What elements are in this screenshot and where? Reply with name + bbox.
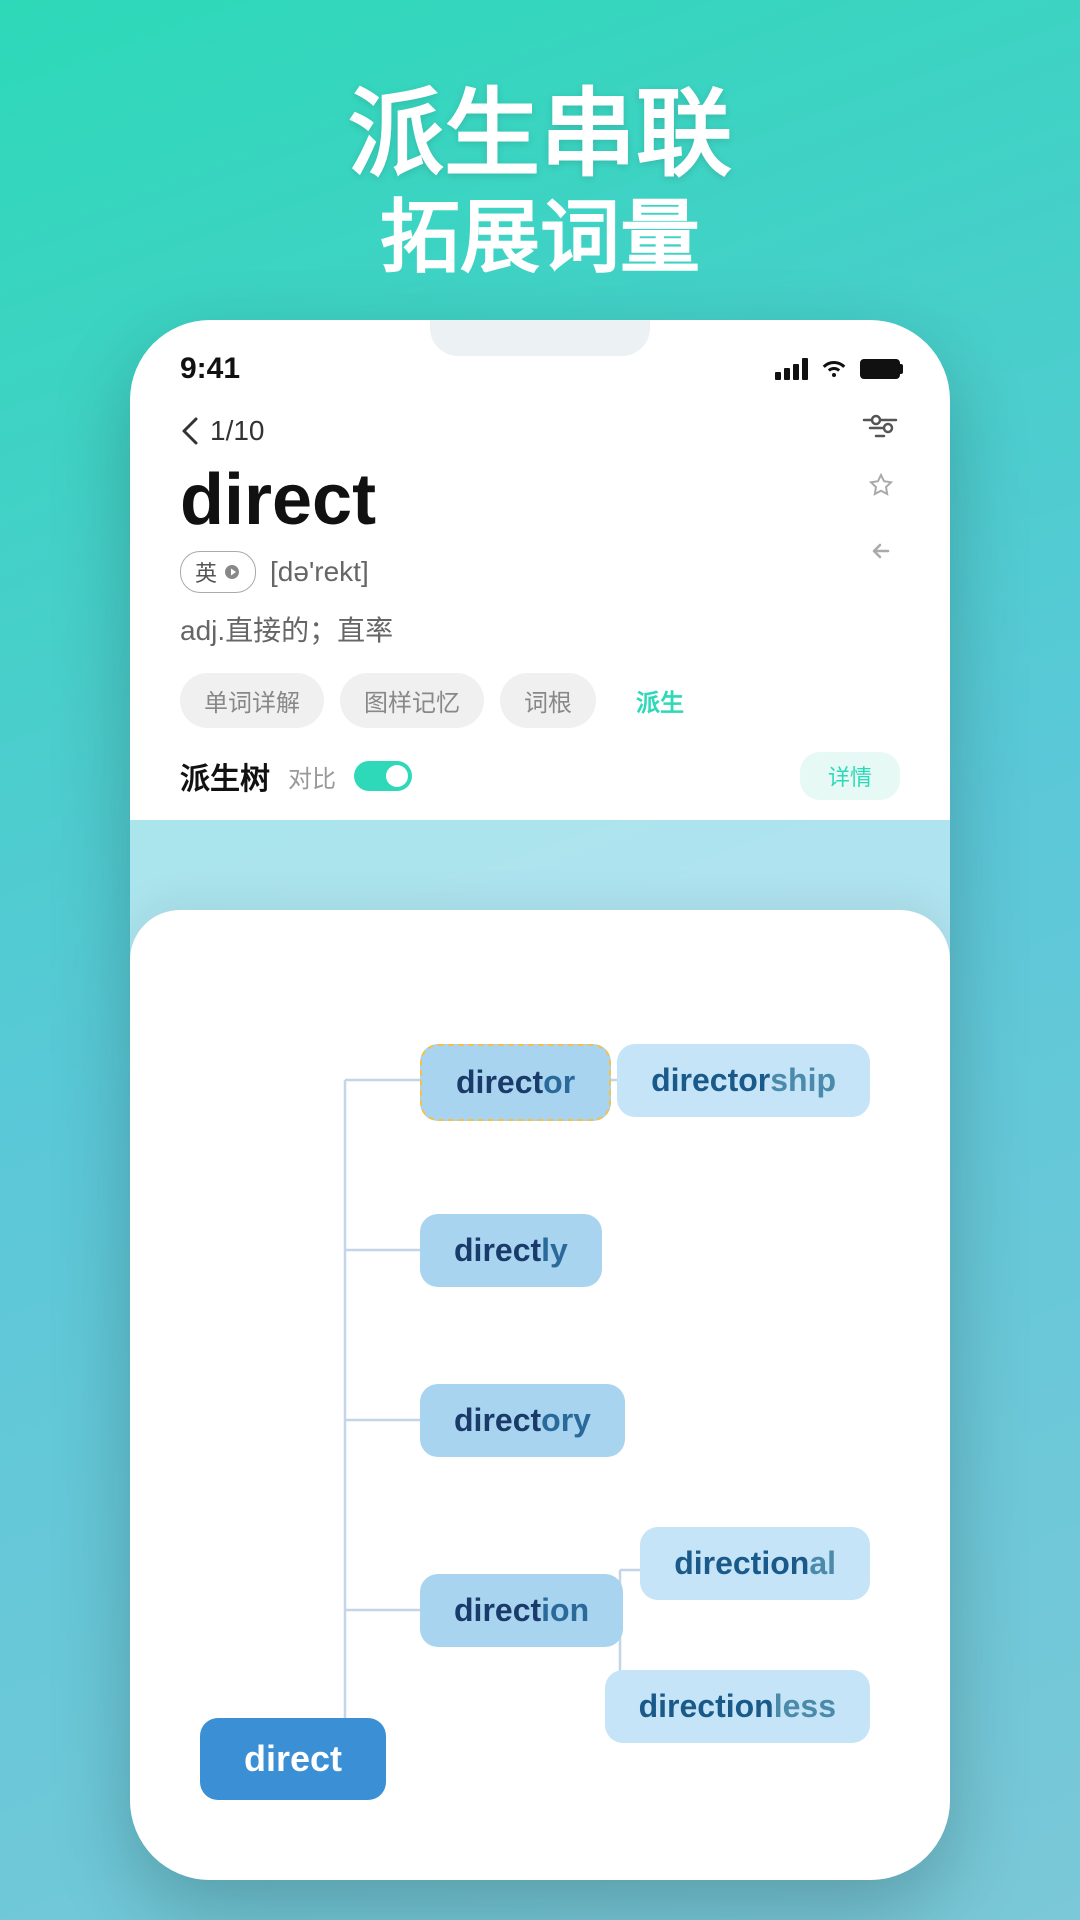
tab-root[interactable]: 词根 <box>500 673 596 728</box>
page-indicator: 1/10 <box>210 415 265 447</box>
tab-detail[interactable]: 单词详解 <box>180 673 324 728</box>
node-directly[interactable]: directly <box>420 1214 602 1287</box>
tab-derivation[interactable]: 派生 <box>612 673 708 728</box>
notch <box>430 320 650 356</box>
node-directorship[interactable]: directorship <box>617 1044 870 1117</box>
wifi-icon <box>820 355 848 383</box>
header-line2: 拓展词量 <box>0 190 1080 286</box>
status-time: 9:41 <box>180 352 240 386</box>
tab-image[interactable]: 图样记忆 <box>340 673 484 728</box>
phone-frame: 9:41 <box>130 320 950 1880</box>
toggle-switch[interactable] <box>354 761 412 791</box>
derivation-title: 派生树 <box>180 754 270 798</box>
signal-icon <box>775 358 808 380</box>
node-directory[interactable]: directory <box>420 1384 625 1457</box>
phone-top: 9:41 <box>130 320 950 820</box>
tree-area: direct director directorship directly di… <box>130 910 950 1880</box>
header-line1: 派生串联 <box>0 80 1080 190</box>
phonetic-text: [də'rekt] <box>270 556 369 588</box>
nav-bar: 1/10 <box>180 396 900 459</box>
derivation-header: 派生树 对比 详情 <box>180 752 900 800</box>
node-direct[interactable]: direct <box>200 1718 386 1800</box>
node-direction[interactable]: direction <box>420 1574 623 1647</box>
node-director[interactable]: director <box>420 1044 611 1121</box>
phonetic-tag[interactable]: 英 <box>180 551 256 593</box>
status-icons <box>775 355 900 383</box>
nav-back[interactable]: 1/10 <box>180 415 265 447</box>
node-directionless[interactable]: directionless <box>605 1670 870 1743</box>
tabs-row: 单词详解 图样记忆 词根 派生 <box>180 673 900 728</box>
word-section: direct 英 [də'rekt] adj.直接的；直率 <box>180 459 900 820</box>
node-direct-label: direct <box>244 1738 342 1779</box>
phonetic-tag-text: 英 <box>195 556 217 588</box>
word-phonetic-row: 英 [də'rekt] <box>180 551 393 593</box>
battery-icon <box>860 359 900 379</box>
compare-label: 对比 <box>288 759 336 794</box>
filter-icon[interactable] <box>860 412 900 449</box>
header-section: 派生串联 拓展词量 <box>0 0 1080 326</box>
detail-button[interactable]: 详情 <box>800 752 900 800</box>
word-definition: adj.直接的；直率 <box>180 609 393 649</box>
back-icon[interactable] <box>862 532 900 575</box>
word-actions <box>862 459 900 575</box>
node-directional[interactable]: directional <box>640 1527 870 1600</box>
favorite-icon[interactable] <box>862 469 900 512</box>
tree-container: direct director directorship directly di… <box>170 970 910 1870</box>
word-title: direct <box>180 459 393 541</box>
